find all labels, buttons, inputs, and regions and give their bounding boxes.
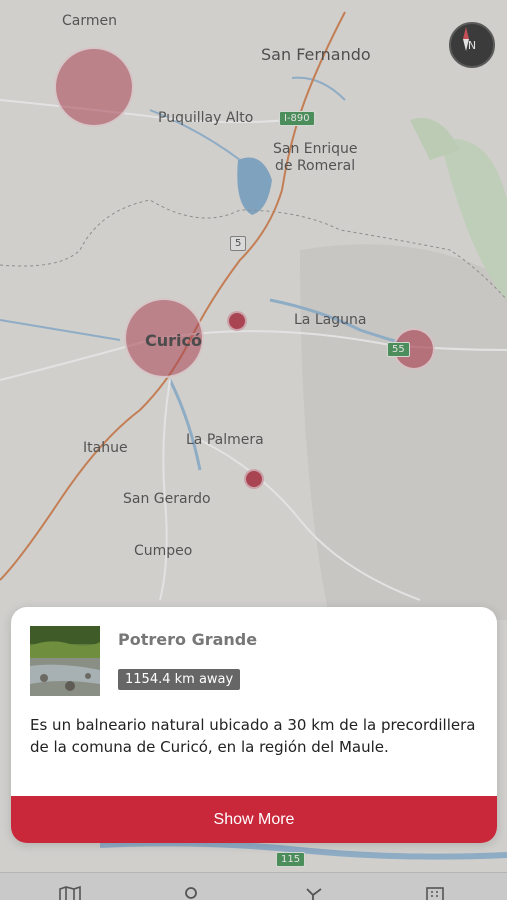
location-marker[interactable]: [244, 469, 264, 489]
location-marker[interactable]: [227, 311, 247, 331]
show-more-button[interactable]: Show More: [11, 796, 497, 843]
place-label-puquillay-alto: Puquillay Alto: [158, 110, 254, 126]
place-detail-card[interactable]: Potrero Grande 1154.4 km away Es un baln…: [11, 607, 497, 843]
road-badge-5: 5: [230, 236, 247, 251]
road-badge-115: 115: [276, 852, 306, 867]
place-label-cumpeo: Cumpeo: [134, 543, 193, 559]
search-icon[interactable]: [180, 885, 204, 900]
place-thumbnail: [30, 626, 100, 696]
place-label-itahue: Itahue: [83, 440, 128, 456]
place-label-curico: Curicó: [145, 331, 202, 350]
place-label-san-fernando: San Fernando: [261, 45, 371, 64]
place-label-la-laguna: La Laguna: [294, 312, 367, 328]
place-label-carmen: Carmen: [62, 13, 117, 29]
place-label-de-romeral: de Romeral: [275, 158, 356, 174]
tab-bar: [0, 872, 507, 900]
road-badge-55: 55: [387, 342, 410, 357]
compass-button[interactable]: N: [449, 22, 495, 68]
compass-north-label: N: [467, 38, 477, 52]
place-description: Es un balneario natural ubicado a 30 km …: [30, 716, 476, 756]
route-icon[interactable]: [303, 885, 327, 900]
place-label-san-enrique: San Enrique: [273, 141, 358, 157]
cluster-marker[interactable]: [54, 47, 134, 127]
place-label-san-gerardo: San Gerardo: [123, 491, 211, 507]
map-icon[interactable]: [58, 885, 82, 900]
place-label-la-palmera: La Palmera: [186, 432, 264, 448]
compass-icon: N: [451, 24, 493, 66]
list-icon[interactable]: [424, 885, 448, 900]
place-title: Potrero Grande: [118, 630, 258, 649]
distance-badge: 1154.4 km away: [118, 669, 241, 690]
road-badge-i890: I-890: [279, 111, 315, 126]
